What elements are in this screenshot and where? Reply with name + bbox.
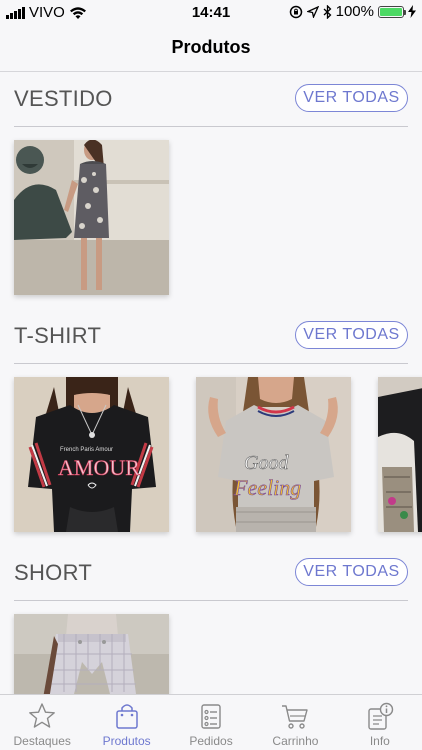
section-title: SHORT: [14, 560, 93, 585]
star-icon: [29, 703, 56, 728]
info-icon: [368, 702, 394, 730]
tab-info[interactable]: Info: [338, 695, 422, 750]
section-header: T-SHIRT VER TODAS: [14, 310, 408, 364]
battery-percent: 100%: [335, 3, 374, 20]
section-short: SHORT VER TODAS: [0, 547, 422, 694]
section-title: VESTIDO: [14, 86, 113, 111]
tab-label: Produtos: [102, 734, 151, 748]
tab-bar: Destaques Produtos Pedidos Carrinho Info: [0, 694, 422, 750]
see-all-button[interactable]: VER TODAS: [295, 321, 408, 349]
bluetooth-icon: [323, 4, 332, 19]
charging-icon: [408, 5, 416, 18]
shopping-bag-icon: [115, 704, 138, 729]
see-all-button[interactable]: VER TODAS: [295, 84, 408, 112]
page-title: Produtos: [171, 37, 251, 57]
cart-icon: [282, 705, 309, 729]
section-vestido: VESTIDO VER TODAS: [0, 73, 422, 310]
product-image[interactable]: [14, 140, 169, 295]
status-bar: VIVO 14:41 100%: [0, 0, 422, 24]
battery-icon: [378, 5, 406, 18]
product-image[interactable]: AMOUR French Paris Amour: [14, 377, 169, 532]
location-icon: [306, 5, 319, 18]
svg-text:Good: Good: [244, 452, 289, 474]
tab-label: Info: [369, 734, 390, 748]
product-row: [14, 140, 169, 295]
section-title: T-SHIRT: [14, 323, 102, 348]
clipboard-list-icon: [201, 704, 221, 729]
product-row: [14, 614, 169, 694]
tab-pedidos[interactable]: Pedidos: [169, 695, 253, 750]
tab-destaques[interactable]: Destaques: [0, 695, 84, 750]
section-tshirt: T-SHIRT VER TODAS AMOUR French Paris Amo…: [0, 310, 422, 547]
product-image[interactable]: [14, 614, 169, 694]
status-right: 100%: [289, 3, 416, 20]
tab-label: Carrinho: [272, 734, 319, 748]
tab-carrinho[interactable]: Carrinho: [253, 695, 337, 750]
product-row: AMOUR French Paris Amour Good Feeling: [14, 377, 422, 532]
section-header: VESTIDO VER TODAS: [14, 73, 408, 127]
products-list[interactable]: VESTIDO VER TODAS T-SHIRT VER TODAS AMOU…: [0, 73, 422, 694]
navigation-bar: Produtos: [0, 24, 422, 72]
tab-label: Destaques: [13, 734, 71, 748]
tab-label: Pedidos: [189, 734, 233, 748]
svg-text:Feeling: Feeling: [233, 475, 301, 500]
svg-text:French Paris Amour: French Paris Amour: [60, 447, 113, 453]
svg-text:AMOUR: AMOUR: [58, 455, 140, 480]
product-image[interactable]: Good Feeling: [196, 377, 351, 532]
orientation-lock-icon: [289, 5, 302, 18]
product-image[interactable]: [378, 377, 422, 532]
section-header: SHORT VER TODAS: [14, 547, 408, 601]
see-all-button[interactable]: VER TODAS: [295, 558, 408, 586]
tab-produtos[interactable]: Produtos: [84, 695, 168, 750]
